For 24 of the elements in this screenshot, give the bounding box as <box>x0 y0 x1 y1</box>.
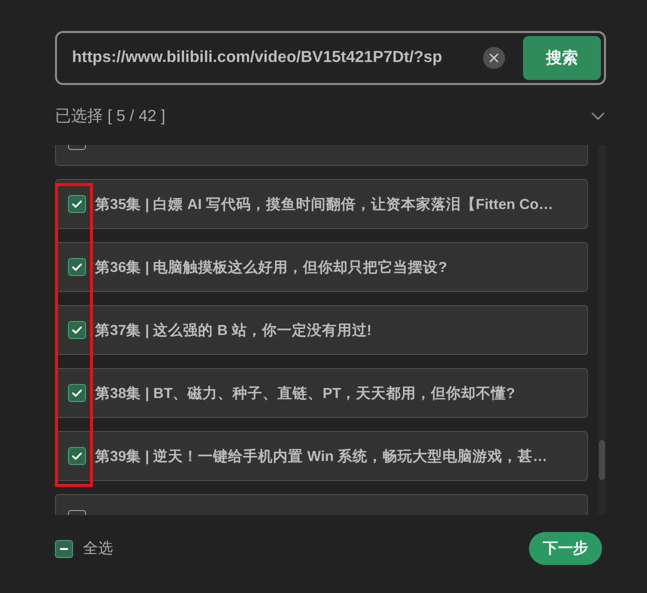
episode-title: 第39集 | 逆天！一键给手机内置 Win 系统，畅玩大型电脑游戏，甚… <box>95 448 548 466</box>
checkbox[interactable] <box>68 321 86 339</box>
next-button[interactable]: 下一步 <box>529 532 602 565</box>
clear-button[interactable]: × <box>483 47 505 69</box>
scrollbar[interactable] <box>598 145 606 515</box>
episode-item[interactable]: 第37集 | 这么强的 B 站，你一定没有用过! <box>55 305 588 355</box>
episode-title: 第35集 | 白嫖 AI 写代码，摸鱼时间翻倍，让资本家落泪【Fitten Co… <box>95 195 554 214</box>
episode-title: 第36集 | 电脑触摸板这么好用，但你却只把它当摆设? <box>95 258 448 276</box>
checkbox[interactable] <box>68 384 86 402</box>
search-button[interactable]: 搜索 <box>523 36 601 80</box>
episode-item[interactable]: 第36集 | 电脑触摸板这么好用，但你却只把它当摆设? <box>55 242 588 292</box>
select-all-label: 全选 <box>83 539 113 558</box>
select-all-checkbox[interactable] <box>55 540 73 558</box>
episode-title: 第38集 | BT、磁力、种子、直链、PT，天天都用，但你却不懂? <box>95 384 515 402</box>
checkbox[interactable] <box>68 195 86 213</box>
checkbox[interactable] <box>68 258 86 276</box>
episode-item[interactable]: 第39集 | 逆天！一键给手机内置 Win 系统，畅玩大型电脑游戏，甚… <box>55 431 588 481</box>
checkbox[interactable] <box>68 447 86 465</box>
episode-title: 第37集 | 这么强的 B 站，你一定没有用过! <box>95 322 372 340</box>
episode-item[interactable]: 第38集 | BT、磁力、种子、直链、PT，天天都用，但你却不懂? <box>55 368 588 418</box>
chevron-icon[interactable] <box>591 112 605 120</box>
url-field[interactable]: https://www.bilibili.com/video/BV15t421P7Dt/?sp × 搜索 <box>55 31 606 85</box>
episode-item[interactable]: 第35集 | 白嫖 AI 写代码，摸鱼时间翻倍，让资本家落泪【Fitten Co… <box>55 179 588 229</box>
selection-summary: 已选择 [ 5 / 42 ] <box>55 106 166 126</box>
